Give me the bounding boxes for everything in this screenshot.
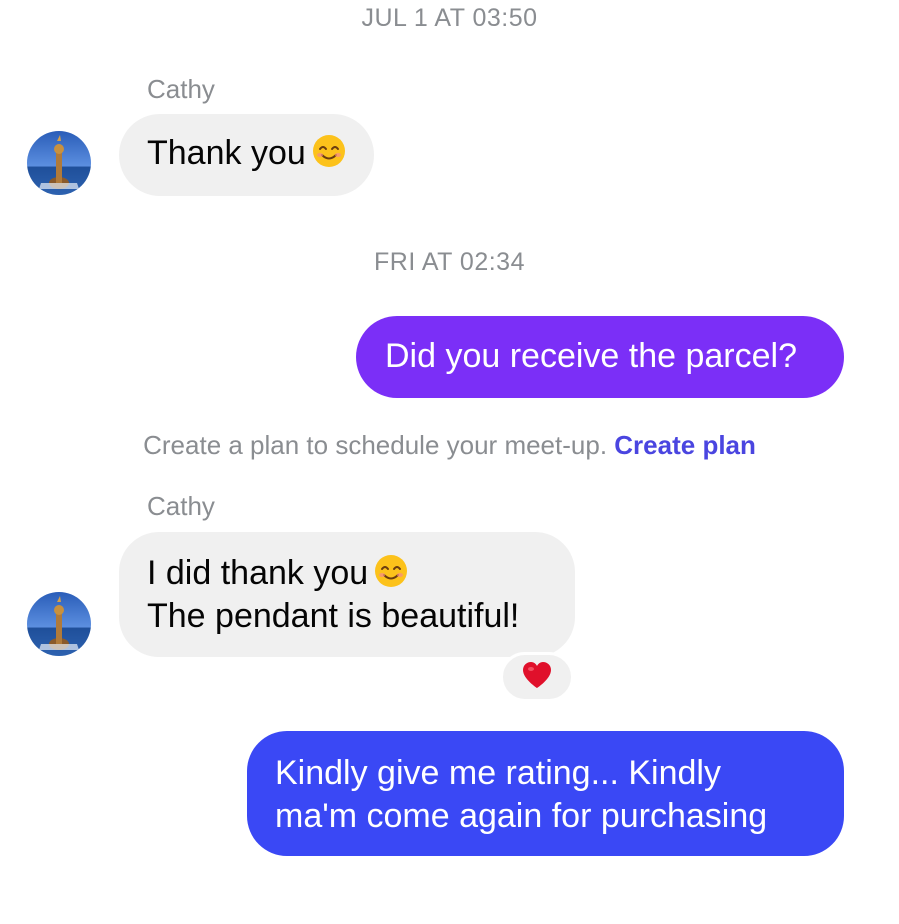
message-reaction[interactable] — [500, 652, 574, 702]
cathy-avatar[interactable] — [27, 592, 91, 656]
timestamp-fri: FRI AT 02:34 — [374, 248, 525, 276]
message-text: Did you receive the parcel? — [385, 337, 798, 375]
message-bubble-incoming[interactable]: Thank you — [119, 114, 374, 196]
create-plan-link[interactable]: Create plan — [614, 430, 756, 460]
sender-name-cathy: Cathy — [147, 491, 215, 521]
red-heart-icon — [522, 661, 552, 694]
smiling-face-icon — [312, 134, 346, 168]
sender-name-cathy: Cathy — [147, 74, 215, 104]
message-bubble-incoming[interactable]: I did thank you The pendant is beautiful… — [119, 532, 575, 657]
message-line-1: Kindly give me rating... Kindly — [275, 754, 721, 792]
smiling-face-icon — [374, 554, 408, 588]
message-bubble-outgoing[interactable]: Kindly give me rating... Kindly ma'm com… — [247, 731, 844, 856]
plan-prompt-text: Create a plan to schedule your meet-up. — [143, 430, 615, 460]
message-text: I did thank you — [147, 554, 369, 592]
message-line-2: The pendant is beautiful! — [147, 597, 520, 635]
message-line-2: ma'm come again for purchasing — [275, 797, 768, 835]
message-bubble-outgoing[interactable]: Did you receive the parcel? — [356, 316, 844, 398]
create-plan-prompt: Create a plan to schedule your meet-up. … — [0, 430, 899, 461]
message-text: Thank you — [147, 134, 306, 172]
timestamp-jul-1: JUL 1 AT 03:50 — [361, 4, 538, 32]
message-line-1: I did thank you — [147, 552, 575, 595]
cathy-avatar[interactable] — [27, 131, 91, 195]
